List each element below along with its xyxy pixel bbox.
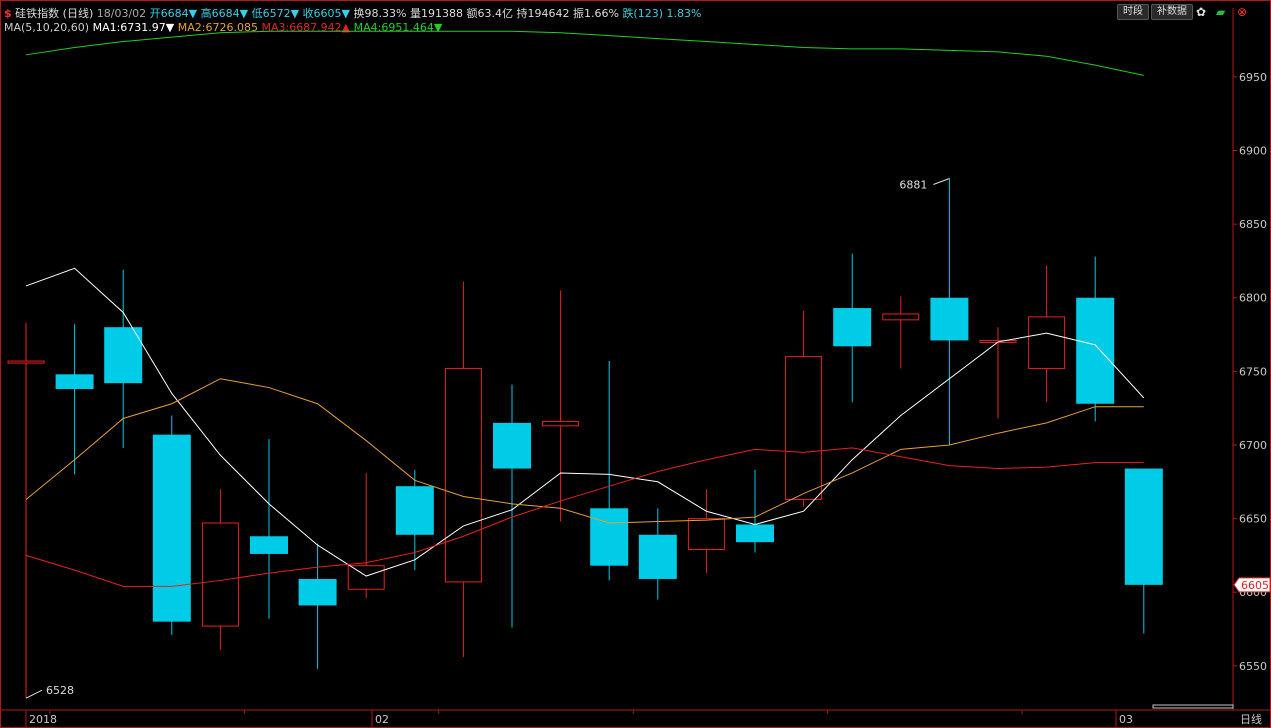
x-tick-label: 03	[1119, 713, 1133, 726]
period-footer-label: 日线	[1240, 712, 1262, 726]
candle-body	[785, 356, 823, 500]
y-tick-label: 6700	[1239, 439, 1267, 452]
candle-body	[833, 308, 872, 347]
high-annotation-line	[933, 178, 950, 185]
y-tick-label: 6550	[1239, 660, 1267, 673]
candle-body	[201, 522, 239, 627]
candle-body	[638, 534, 677, 579]
ma-line-ma3	[25, 447, 1144, 587]
y-tick-label: 6850	[1239, 218, 1267, 231]
candle-body	[1124, 468, 1163, 585]
ma-line-ma2	[25, 378, 1144, 524]
y-tick-label: 6750	[1239, 365, 1267, 378]
x-tick-label: 02	[375, 713, 389, 726]
y-tick-label: 6650	[1239, 513, 1267, 526]
y-tick-label: 6950	[1239, 71, 1267, 84]
candle-body	[1076, 297, 1115, 404]
candle-body	[347, 565, 385, 590]
candle-body	[444, 367, 482, 583]
ma-line-ma1	[25, 267, 1145, 577]
ma-line-ma4	[25, 30, 1144, 76]
last-price-label: 6605	[1241, 579, 1269, 592]
scroll-indicator	[1152, 704, 1234, 709]
y-tick-label: 6900	[1239, 145, 1267, 158]
candle-body	[493, 422, 531, 469]
candle-body	[55, 374, 94, 390]
candle-body	[152, 434, 191, 622]
low-annotation-label: 6528	[46, 684, 74, 697]
candle-body	[882, 313, 920, 321]
candle-body	[687, 518, 725, 551]
x-tick-label: 2018	[29, 713, 57, 726]
candle-body	[250, 536, 288, 554]
candlestick-chart: 6550660066506700675068006850690069502018…	[0, 8, 1271, 728]
candle-body	[395, 486, 434, 535]
candle-body	[930, 297, 969, 341]
candle-body	[736, 524, 774, 543]
y-tick-label: 6800	[1239, 292, 1267, 305]
low-annotation-line	[25, 689, 43, 699]
candle-body	[298, 578, 337, 606]
candle-body	[7, 360, 45, 364]
candle-body	[542, 420, 580, 427]
high-annotation-label: 6881	[899, 178, 927, 191]
candle-body	[590, 508, 629, 566]
candle-body	[1028, 316, 1066, 369]
